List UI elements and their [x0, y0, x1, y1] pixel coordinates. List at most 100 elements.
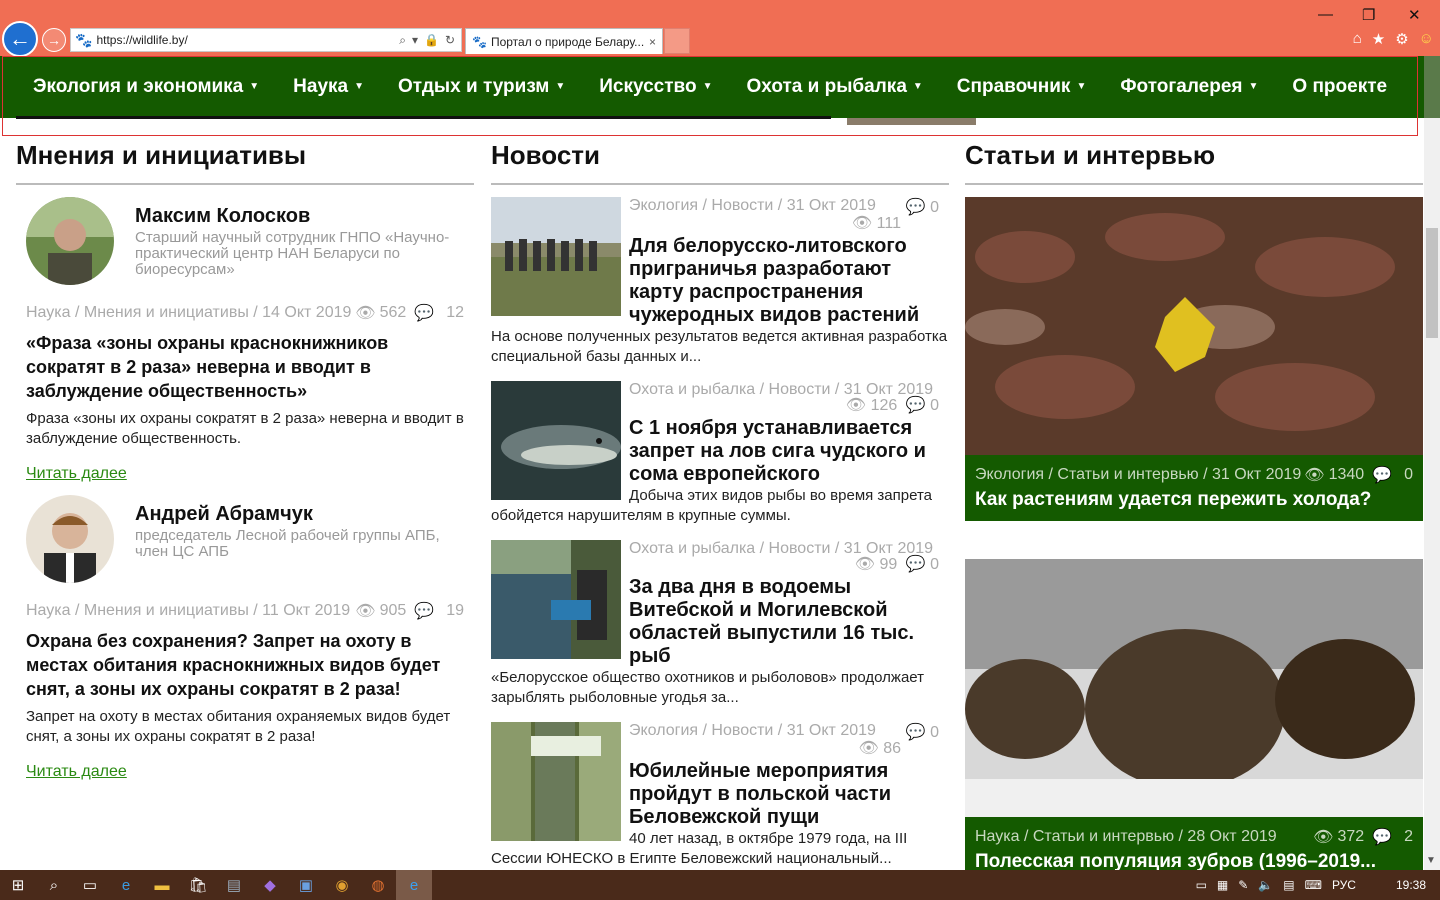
news-thumbnail[interactable] — [491, 381, 621, 500]
favorites-star-icon[interactable]: ★ — [1372, 30, 1385, 48]
action-center-icon[interactable]: ▤ — [1283, 878, 1294, 892]
eye-icon: 👁 — [858, 740, 879, 757]
address-bar[interactable]: 🐾 https://wildlife.by/ ⌕ ▾ 🔒 ↻ — [70, 28, 462, 52]
refresh-icon[interactable]: ↻ — [445, 33, 455, 48]
news-categories[interactable]: Экология / Новости / 31 Окт 2019 — [629, 197, 876, 217]
news-item: Экология / Новости / 31 Окт 2019 💬 0 👁 1… — [491, 197, 949, 367]
post-title[interactable]: «Фраза «зоны охраны краснокнижников сокр… — [16, 331, 474, 403]
lock-icon[interactable]: 🔒 — [424, 33, 439, 48]
task-view-icon[interactable]: ▭ — [72, 870, 108, 900]
news-thumbnail[interactable] — [491, 722, 621, 841]
post-excerpt: Запрет на охоту в местах обитания охраня… — [26, 708, 451, 745]
dropdown-icon[interactable]: ▾ — [412, 33, 418, 48]
search-icon[interactable]: ⌕ — [36, 870, 72, 900]
app-window-icon[interactable]: ▣ — [288, 870, 324, 900]
vertical-scrollbar[interactable]: ▲ ▼ — [1424, 56, 1440, 870]
news-comments: 💬 0 — [906, 722, 939, 742]
comment-icon: 💬 — [414, 305, 435, 322]
article-categories[interactable]: Наука / Статьи и интервью / 28 Окт 2019 — [975, 828, 1277, 846]
internet-explorer-icon[interactable]: e — [396, 870, 432, 900]
settings-gear-icon[interactable]: ⚙ — [1395, 30, 1408, 48]
chrome-icon[interactable]: ◉ — [324, 870, 360, 900]
clock[interactable]: 19:38 — [1396, 878, 1426, 892]
smiley-feedback-icon[interactable]: ☺ — [1419, 30, 1434, 48]
comments-count: 12 — [446, 304, 464, 321]
post-categories[interactable]: Наука / Мнения и инициативы / 11 Окт 201… — [26, 602, 350, 620]
views-count: 99 — [879, 556, 898, 573]
comments-count: 19 — [446, 602, 464, 619]
articles-column: Статьи и интервью Экология / Статьи и ин… — [965, 140, 1423, 883]
article-image[interactable] — [965, 559, 1423, 817]
news-thumbnail[interactable] — [491, 540, 621, 659]
tab-close-icon[interactable]: × — [649, 35, 662, 49]
tab-title: Портал о природе Белару... — [490, 34, 645, 49]
article-categories[interactable]: Экология / Статьи и интервью / 31 Окт 20… — [975, 466, 1301, 484]
article-card[interactable]: Экология / Статьи и интервью / 31 Окт 20… — [965, 197, 1423, 521]
eye-icon: 👁 — [355, 305, 376, 322]
read-more-link[interactable]: Читать далее — [26, 763, 127, 781]
comment-icon: 💬 — [905, 724, 926, 741]
forward-button[interactable]: → — [42, 28, 66, 52]
read-more-link[interactable]: Читать далее — [26, 465, 127, 483]
minimize-button[interactable]: — — [1318, 6, 1333, 23]
file-explorer-icon[interactable]: ▬ — [144, 870, 180, 900]
network-icon[interactable]: ▦ — [1217, 878, 1228, 892]
article-image[interactable] — [965, 197, 1423, 455]
language-indicator[interactable]: РУС — [1332, 878, 1356, 892]
arrow-right-icon: → — [47, 32, 61, 48]
keyboard-icon[interactable]: ⌨ — [1305, 878, 1322, 892]
article-title[interactable]: Как растениям удается пережить холода? — [975, 489, 1413, 511]
comments-count: 2 — [1404, 828, 1413, 845]
author-name[interactable]: Максим Колосков — [135, 205, 310, 228]
eye-icon: 👁 — [854, 556, 876, 573]
battery-icon[interactable]: ▭ — [1196, 878, 1207, 892]
search-icon[interactable]: ⌕ — [399, 33, 406, 48]
post-meta: Наука / Мнения и инициативы / 14 Окт 201… — [16, 303, 474, 323]
system-tray: ▭ ▦ ✎ 🔈 ▤ ⌨ РУС 19:38 — [1196, 870, 1440, 900]
comments-count: 0 — [930, 556, 939, 573]
volume-icon[interactable]: 🔈 — [1258, 878, 1273, 892]
comment-icon: 💬 — [905, 199, 926, 216]
views-count: 111 — [876, 215, 901, 232]
tab-favicon-icon: 🐾 — [472, 34, 487, 49]
news-heading: Новости — [491, 140, 949, 185]
arrow-left-icon: ← — [9, 26, 31, 51]
views-count: 372 — [1337, 828, 1365, 845]
news-column: Новости Экология / Новости / 31 Окт 2019… — [491, 140, 949, 869]
scrollbar-thumb[interactable] — [1426, 228, 1438, 338]
avatar[interactable] — [26, 495, 114, 583]
article-card[interactable]: Наука / Статьи и интервью / 28 Окт 2019 … — [965, 559, 1423, 883]
comment-icon: 💬 — [905, 556, 926, 573]
scroll-down-icon[interactable]: ▼ — [1426, 855, 1436, 866]
opinions-column: Мнения и инициативы Максим Колосков Стар… — [16, 140, 474, 781]
article-meta: Наука / Статьи и интервью / 28 Окт 2019 … — [975, 827, 1413, 847]
post-title[interactable]: Охрана без сохранения? Запрет на охоту в… — [16, 629, 474, 701]
news-thumbnail[interactable] — [491, 197, 621, 316]
home-icon[interactable]: ⌂ — [1353, 30, 1362, 48]
comments-count: 0 — [930, 397, 939, 414]
restore-button[interactable]: ❐ — [1362, 6, 1375, 24]
post-meta: Наука / Мнения и инициативы / 11 Окт 201… — [16, 601, 474, 621]
eye-icon: 👁 — [851, 215, 873, 232]
edge-browser-icon[interactable]: e — [108, 870, 144, 900]
news-categories[interactable]: Экология / Новости / 31 Окт 2019 — [629, 722, 876, 742]
post-categories[interactable]: Наука / Мнения и инициативы / 14 Окт 201… — [26, 304, 351, 322]
opinion-item: Андрей Абрамчук председатель Лесной рабо… — [16, 495, 474, 781]
author-block: Андрей Абрамчук председатель Лесной рабо… — [16, 495, 474, 595]
author-name[interactable]: Андрей Абрамчук — [135, 503, 313, 526]
app-icon[interactable]: ▤ — [216, 870, 252, 900]
article-caption: Экология / Статьи и интервью / 31 Окт 20… — [965, 455, 1423, 521]
eye-icon: 👁 — [1304, 467, 1325, 484]
pen-icon[interactable]: ✎ — [1238, 878, 1248, 892]
firefox-icon[interactable]: ◍ — [360, 870, 396, 900]
comment-icon: 💬 — [1372, 829, 1393, 846]
close-window-button[interactable]: ✕ — [1408, 6, 1421, 24]
avatar[interactable] — [26, 197, 114, 285]
back-button[interactable]: ← — [2, 21, 38, 57]
browser-tab[interactable]: 🐾 Портал о природе Белару... × — [465, 28, 663, 54]
header-divider — [16, 116, 831, 119]
new-tab-button[interactable] — [664, 28, 690, 54]
start-windows-icon[interactable]: ⊞ — [0, 870, 36, 900]
store-icon[interactable]: 🛍 — [180, 870, 216, 900]
visual-studio-icon[interactable]: ◆ — [252, 870, 288, 900]
